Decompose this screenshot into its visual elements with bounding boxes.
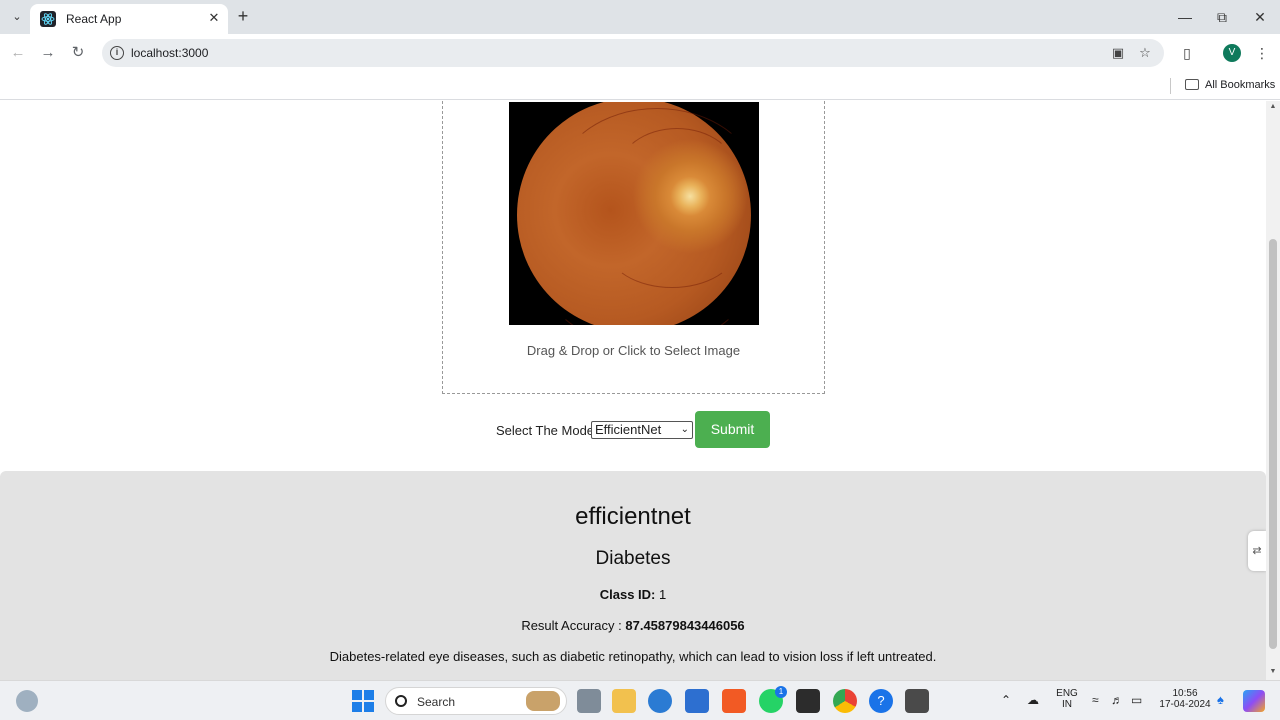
tab-close-icon[interactable]: ✕ bbox=[206, 10, 222, 26]
language-bottom: IN bbox=[1062, 699, 1072, 710]
battery-icon[interactable]: ▭ bbox=[1131, 693, 1142, 707]
folder-icon bbox=[1185, 79, 1199, 90]
install-app-icon[interactable]: ▣ bbox=[1109, 44, 1127, 62]
clock-time: 10:56 bbox=[1172, 688, 1198, 699]
model-select[interactable]: EfficientNet ⌄ bbox=[591, 421, 693, 439]
taskbar-search-placeholder: Search bbox=[417, 695, 456, 709]
snipping-tool-icon[interactable] bbox=[905, 689, 929, 713]
help-icon[interactable]: ? bbox=[869, 689, 893, 713]
weather-icon[interactable] bbox=[16, 690, 38, 712]
file-explorer-icon[interactable] bbox=[612, 689, 636, 713]
tab-react-app[interactable]: React App ✕ bbox=[30, 4, 228, 34]
volume-icon[interactable]: ♬ bbox=[1111, 693, 1123, 707]
windows-taskbar: Search 1 ? ⌃ ☁ ENG IN ≈ ♬ ▭ 10:56 17-04-… bbox=[0, 680, 1280, 720]
image-dropzone[interactable]: Drag & Drop or Click to Select Image bbox=[442, 101, 825, 394]
reload-icon[interactable]: ↻ bbox=[68, 43, 88, 63]
result-description: Diabetes-related eye diseases, such as d… bbox=[329, 649, 937, 664]
bookmarks-separator bbox=[1170, 78, 1171, 94]
tab-search-chevron-icon[interactable]: ⌄ bbox=[8, 8, 26, 26]
class-id-value: 1 bbox=[659, 587, 667, 602]
scroll-thumb[interactable] bbox=[1269, 239, 1277, 649]
terminal-icon[interactable] bbox=[796, 689, 820, 713]
tab-title: React App bbox=[66, 12, 122, 26]
bookmark-star-icon[interactable]: ☆ bbox=[1136, 44, 1154, 62]
language-top: ENG bbox=[1056, 688, 1078, 699]
url-text[interactable]: localhost:3000 bbox=[131, 46, 208, 60]
address-bar[interactable]: i localhost:3000 ▣ ☆ bbox=[102, 39, 1164, 67]
model-select-label: Select The Model bbox=[496, 423, 597, 438]
extensions-icon[interactable]: ▯ bbox=[1177, 43, 1197, 63]
result-panel: efficientnet Diabetes Class ID: 1 Result… bbox=[0, 471, 1266, 680]
forward-icon[interactable]: → bbox=[38, 43, 58, 63]
start-icon[interactable] bbox=[352, 690, 374, 712]
tab-strip: ⌄ React App ✕ + — ⧉ ✕ bbox=[0, 0, 1280, 34]
search-highlight-icon bbox=[526, 691, 560, 711]
retina-image bbox=[517, 102, 757, 325]
site-info-icon[interactable]: i bbox=[110, 46, 124, 60]
close-window-button[interactable]: ✕ bbox=[1248, 6, 1272, 28]
react-logo-icon bbox=[40, 11, 56, 27]
search-icon bbox=[395, 695, 407, 707]
class-id-label: Class ID: bbox=[599, 587, 656, 602]
wifi-icon[interactable]: ≈ bbox=[1092, 693, 1099, 707]
dropzone-instruction: Drag & Drop or Click to Select Image bbox=[526, 343, 741, 358]
scroll-down-icon[interactable]: ▼ bbox=[1268, 668, 1278, 675]
result-model-name: efficientnet bbox=[575, 503, 691, 530]
submit-button[interactable]: Submit bbox=[695, 411, 770, 448]
minimize-button[interactable]: — bbox=[1173, 6, 1197, 28]
all-bookmarks-link[interactable]: All Bookmarks bbox=[1205, 79, 1275, 91]
chrome-icon[interactable] bbox=[833, 689, 857, 713]
new-tab-button[interactable]: + bbox=[232, 6, 254, 28]
selected-model: EfficientNet bbox=[595, 422, 662, 437]
kebab-menu-icon[interactable]: ⋮ bbox=[1252, 43, 1272, 63]
uploaded-fundus-image bbox=[509, 102, 759, 325]
language-indicator[interactable]: ENG IN bbox=[1056, 688, 1078, 710]
back-icon[interactable]: ← bbox=[8, 43, 28, 63]
store-icon[interactable] bbox=[685, 689, 709, 713]
accuracy-label: Result Accuracy : bbox=[521, 618, 622, 633]
page-scrollbar[interactable]: ▲ ▼ bbox=[1266, 101, 1280, 680]
notification-bell-icon[interactable]: ♠ bbox=[1217, 692, 1224, 707]
scroll-up-icon[interactable]: ▲ bbox=[1268, 103, 1278, 110]
side-panel-handle-icon[interactable]: ⇄ bbox=[1248, 531, 1266, 571]
taskbar-search-input[interactable]: Search bbox=[385, 687, 567, 715]
task-view-icon[interactable] bbox=[577, 689, 601, 713]
bookmarks-bar: All Bookmarks bbox=[0, 72, 1280, 100]
brave-icon[interactable] bbox=[722, 689, 746, 713]
chevron-down-icon: ⌄ bbox=[680, 424, 689, 435]
result-class-name: Diabetes bbox=[595, 548, 671, 569]
whatsapp-icon[interactable]: 1 bbox=[759, 686, 787, 713]
result-class-id: Class ID: 1 bbox=[0, 587, 1266, 602]
onedrive-icon[interactable]: ☁ bbox=[1027, 693, 1039, 707]
clock[interactable]: 10:56 17-04-2024 bbox=[1156, 688, 1214, 710]
result-accuracy: Result Accuracy : 87.45879843446056 bbox=[0, 618, 1266, 633]
profile-avatar[interactable]: V bbox=[1223, 44, 1241, 62]
restore-button[interactable]: ⧉ bbox=[1210, 6, 1234, 28]
clock-date: 17-04-2024 bbox=[1159, 699, 1211, 710]
accuracy-value: 87.45879843446056 bbox=[625, 618, 745, 633]
page-viewport: Drag & Drop or Click to Select Image Sel… bbox=[0, 101, 1266, 680]
edge-icon[interactable] bbox=[648, 689, 672, 713]
whatsapp-badge: 1 bbox=[775, 686, 787, 698]
tray-chevron-icon[interactable]: ⌃ bbox=[1001, 693, 1011, 707]
browser-toolbar: ← → ↻ i localhost:3000 ▣ ☆ ▯ V ⋮ bbox=[0, 34, 1280, 72]
copilot-icon[interactable] bbox=[1243, 690, 1265, 712]
